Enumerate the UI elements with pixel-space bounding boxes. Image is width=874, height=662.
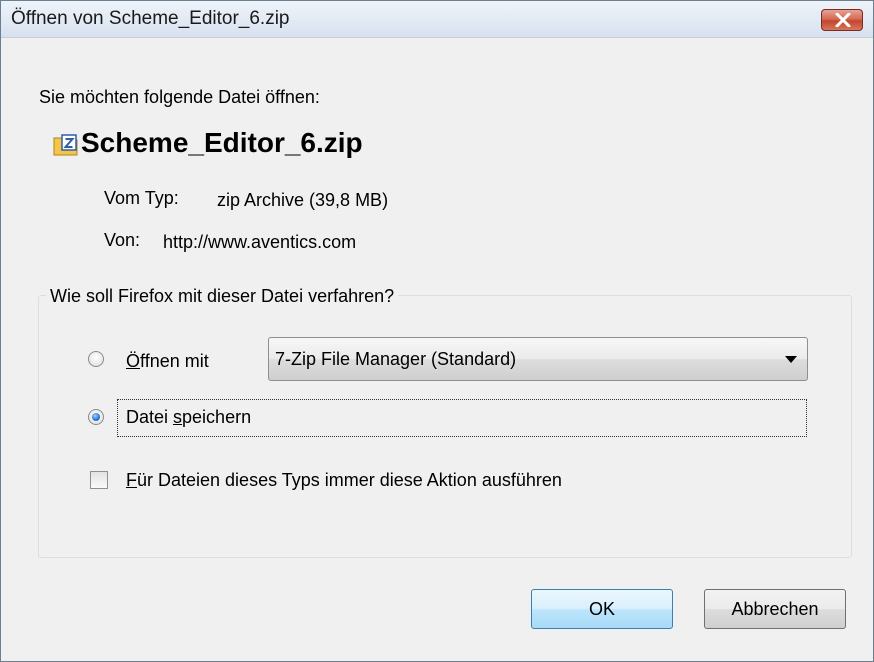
window-title: Öffnen von Scheme_Editor_6.zip <box>11 8 290 29</box>
open-with-radio[interactable] <box>88 351 104 367</box>
ok-button[interactable]: OK <box>531 589 673 629</box>
file-source-label: Von: <box>104 230 141 250</box>
download-dialog: Öffnen von Scheme_Editor_6.zip Sie möcht… <box>0 0 874 662</box>
remember-action-checkbox[interactable] <box>90 471 108 489</box>
action-group-title: Wie soll Firefox mit dieser Datei verfah… <box>46 286 399 307</box>
file-type-value: zip Archive (39,8 MB) <box>217 190 389 210</box>
save-file-label[interactable]: Datei speichern <box>126 407 251 428</box>
close-button[interactable] <box>821 9 863 31</box>
chevron-down-icon <box>785 356 797 363</box>
cancel-button[interactable]: Abbrechen <box>704 589 846 629</box>
open-with-label[interactable]: Öffnen mit <box>126 351 209 372</box>
save-file-radio[interactable] <box>88 409 104 425</box>
file-type-label: Vom Typ: <box>104 188 179 208</box>
file-source-value: http://www.aventics.com <box>163 232 357 252</box>
title-bar[interactable]: Öffnen von Scheme_Editor_6.zip <box>1 1 873 38</box>
open-prompt: Sie möchten folgende Datei öffnen: <box>39 87 320 107</box>
file-name: Scheme_Editor_6.zip <box>81 127 363 158</box>
close-icon <box>835 13 851 27</box>
open-with-app-select[interactable]: 7-Zip File Manager (Standard) <box>268 337 808 381</box>
remember-action-label[interactable]: Für Dateien dieses Typs immer diese Akti… <box>126 470 562 491</box>
open-with-app-value: 7-Zip File Manager (Standard) <box>275 349 517 369</box>
zip-archive-icon <box>53 134 78 156</box>
